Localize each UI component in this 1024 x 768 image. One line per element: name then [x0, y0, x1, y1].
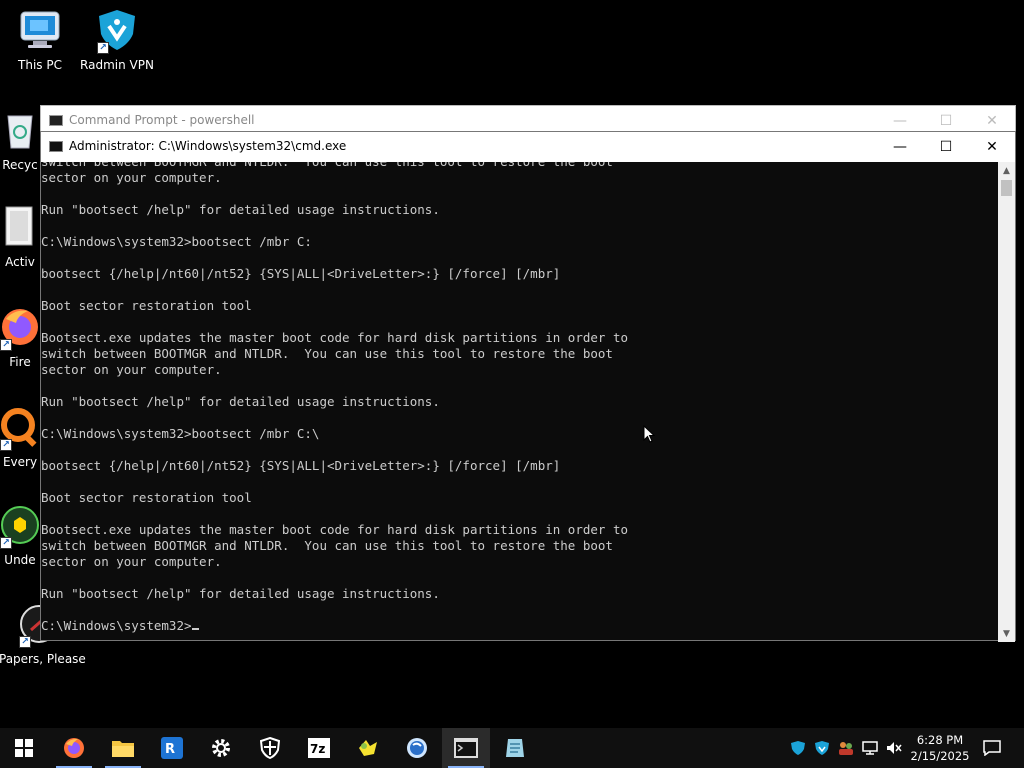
firefox-icon: ↗: [0, 305, 42, 351]
console-line: sector on your computer.: [41, 362, 222, 377]
console-line: switch between BOOTMGR and NTLDR. You ca…: [41, 162, 628, 170]
console-output[interactable]: switch between BOOTMGR and NTLDR. You ca…: [41, 162, 999, 642]
console-line: Bootsect.exe updates the master boot cod…: [41, 522, 628, 537]
console-line: Run "bootsect /help" for detailed usage …: [41, 202, 440, 217]
monitor-icon: [18, 8, 62, 52]
settings-icon[interactable]: [197, 728, 245, 768]
desktop: This PC ↗ Radmin VPN Recyc Activ ↗ Fire …: [0, 0, 1024, 728]
close-button[interactable]: ✕: [969, 132, 1015, 162]
shortcut-arrow-icon: ↗: [0, 537, 12, 549]
console-line: bootsect {/help|/nt60|/nt52} {SYS|ALL|<D…: [41, 458, 561, 473]
console-line: switch between BOOTMGR and NTLDR. You ca…: [41, 346, 613, 361]
shortcut-arrow-icon: ↗: [97, 42, 109, 54]
app-blue-globe-icon[interactable]: [393, 728, 441, 768]
firefox-icon[interactable]: [50, 728, 98, 768]
console-prompt: C:\Windows\system32>: [41, 618, 192, 633]
console-line: sector on your computer.: [41, 170, 222, 185]
shortcut-arrow-icon: ↗: [0, 439, 12, 451]
shortcut-arrow-icon: ↗: [0, 339, 12, 351]
scroll-thumb[interactable]: [1001, 180, 1012, 196]
scroll-up-arrow-icon[interactable]: ▲: [998, 162, 1015, 179]
shortcut-arrow-icon: ↗: [19, 636, 31, 648]
vpn-tray-icon[interactable]: [810, 728, 834, 768]
console-prompt-line[interactable]: C:\Windows\system32>: [41, 618, 628, 634]
console-line: Bootsect.exe updates the master boot cod…: [41, 330, 628, 345]
desktop-icon-label: Papers, Please: [0, 652, 86, 666]
recycle-bin-icon: [0, 108, 42, 152]
taskbar-clock[interactable]: 6:28 PM 2/15/2025: [906, 732, 974, 764]
desktop-icon-label: Radmin VPN: [80, 58, 154, 72]
notepad-icon[interactable]: [491, 728, 539, 768]
minimize-button[interactable]: —: [877, 132, 923, 162]
desktop-icon-label: This PC: [18, 58, 62, 72]
vertical-scrollbar[interactable]: ▲ ▼: [998, 162, 1015, 642]
volume-muted-icon[interactable]: [882, 728, 906, 768]
svg-text:7z: 7z: [310, 742, 325, 756]
document-icon: [0, 205, 42, 249]
console-line: C:\Windows\system32>bootsect /mbr C:\: [41, 426, 320, 441]
desktop-icon-radmin-vpn[interactable]: ↗ Radmin VPN: [77, 8, 157, 72]
cmd-icon[interactable]: [442, 728, 490, 768]
clock-date: 2/15/2025: [910, 749, 970, 763]
file-explorer-icon[interactable]: [99, 728, 147, 768]
network-icon[interactable]: [858, 728, 882, 768]
text-cursor: [191, 628, 199, 630]
console-line: Run "bootsect /help" for detailed usage …: [41, 394, 440, 409]
console-text: switch between BOOTMGR and NTLDR. You ca…: [41, 162, 628, 634]
cmd-titlebar[interactable]: Administrator: C:\Windows\system32\cmd.e…: [41, 132, 1015, 162]
svg-text:R: R: [165, 742, 175, 757]
console-line: bootsect {/help|/nt60|/nt52} {SYS|ALL|<D…: [41, 266, 561, 281]
console-line: sector on your computer.: [41, 554, 222, 569]
desktop-icon-this-pc[interactable]: This PC: [0, 8, 80, 72]
console-line: Boot sector restoration tool: [41, 490, 252, 505]
console-line: C:\Windows\system32>bootsect /mbr C:: [41, 234, 312, 249]
start-icon[interactable]: [0, 728, 48, 768]
scroll-down-arrow-icon[interactable]: ▼: [998, 625, 1015, 642]
users-tray-icon[interactable]: [834, 728, 858, 768]
console-icon: [49, 141, 63, 152]
clock-time: 6:28 PM: [916, 733, 964, 747]
radmin-vpn-icon: ↗: [95, 8, 139, 54]
everything-search-icon: ↗: [0, 405, 42, 451]
window-title: Command Prompt - powershell: [69, 113, 255, 127]
window-title: Administrator: C:\Windows\system32\cmd.e…: [69, 139, 347, 153]
security-icon[interactable]: [246, 728, 294, 768]
console-line: Run "bootsect /help" for detailed usage …: [41, 586, 440, 601]
console-line: Boot sector restoration tool: [41, 298, 252, 313]
mouse-pointer-icon: [643, 424, 656, 448]
remote-desktop-icon[interactable]: R: [148, 728, 196, 768]
notification-center-icon[interactable]: [978, 728, 1006, 768]
console-line: switch between BOOTMGR and NTLDR. You ca…: [41, 538, 613, 553]
console-icon: [49, 115, 63, 126]
taskbar: R 7z 6:28 PM 2/15/2025: [0, 728, 1024, 768]
radmin-tray-icon[interactable]: [786, 728, 810, 768]
undertale-icon: ↗: [0, 503, 42, 549]
cmd-window[interactable]: Administrator: C:\Windows\system32\cmd.e…: [40, 131, 1016, 642]
maximize-button[interactable]: ☐: [923, 132, 969, 162]
app-yellow-icon[interactable]: [344, 728, 392, 768]
7zip-icon[interactable]: 7z: [295, 728, 343, 768]
